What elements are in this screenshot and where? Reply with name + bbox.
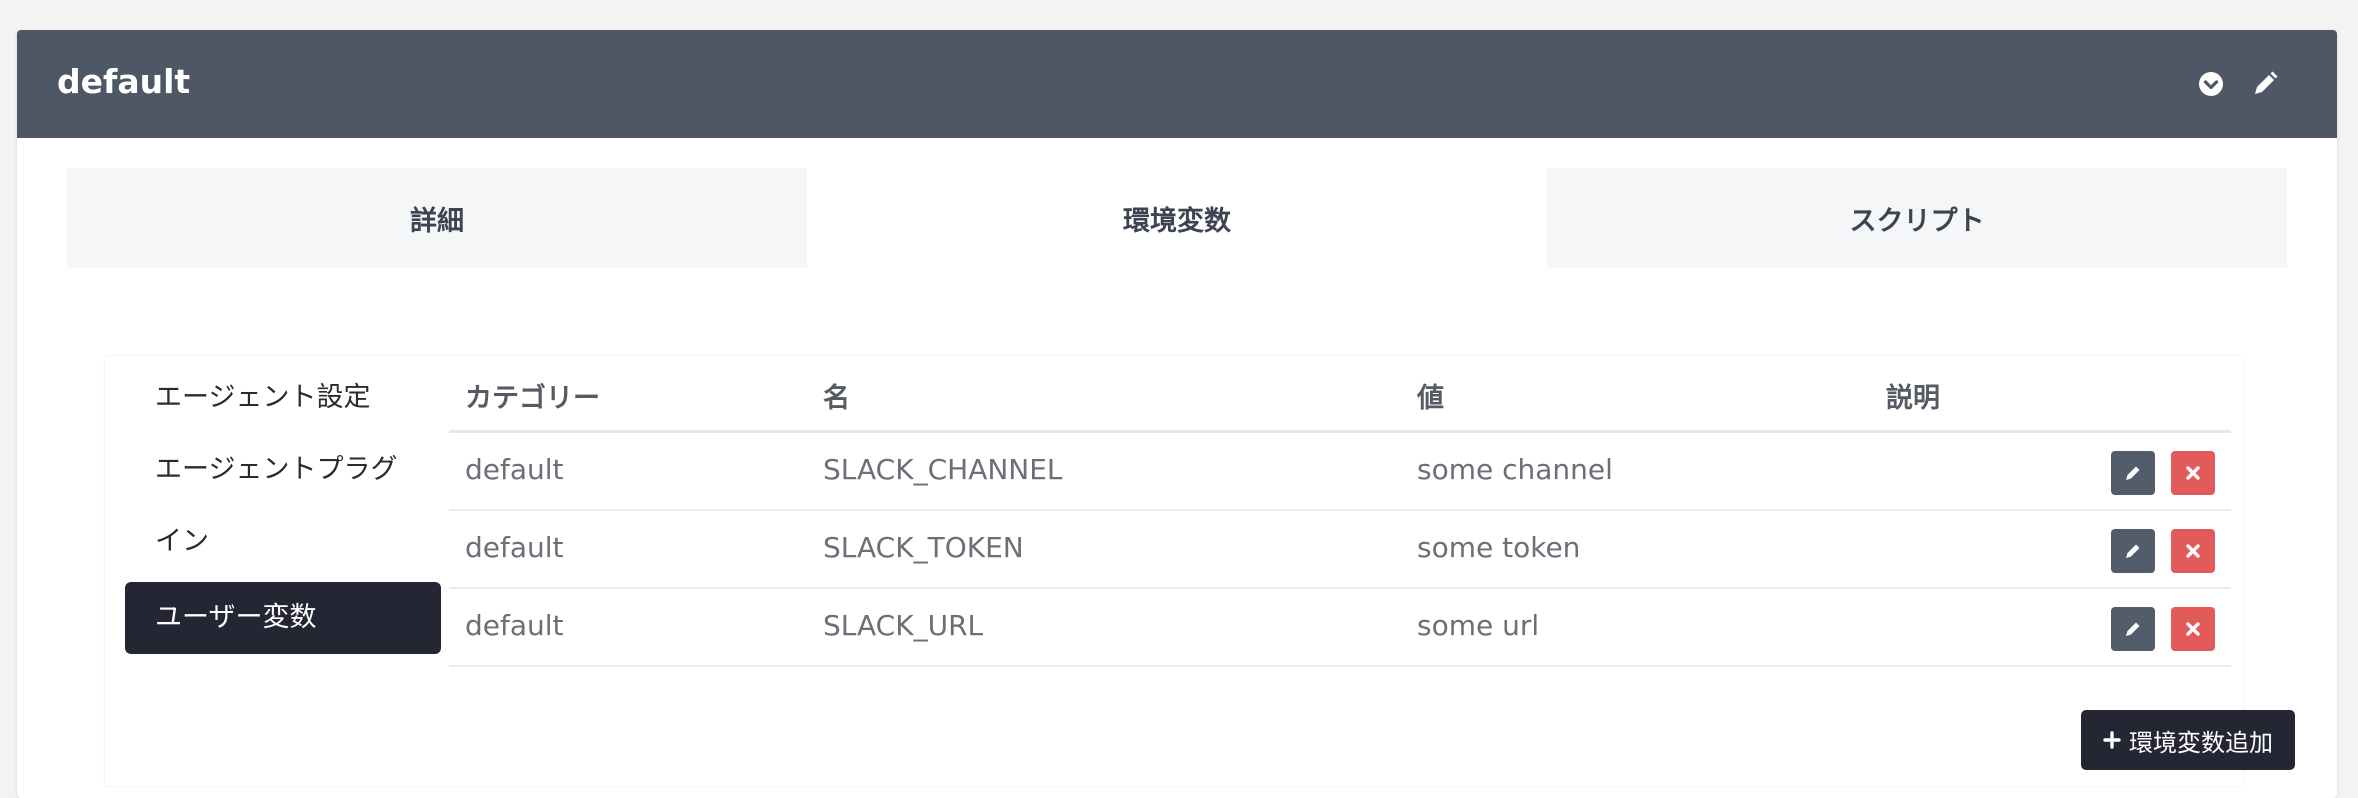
cell-name: SLACK_CHANNEL: [823, 453, 1063, 486]
column-header-name: 名: [823, 383, 850, 414]
add-env-variable-button[interactable]: 環境変数追加: [2081, 710, 2295, 770]
cell-category: default: [465, 453, 564, 486]
edit-button[interactable]: [2111, 451, 2155, 495]
tab-content: エージェント設定 エージェントプラグ イン ユーザー変数 カテゴリー 名 値 説…: [67, 268, 2295, 798]
table-row: default SLACK_CHANNEL some channel: [449, 433, 2231, 511]
delete-button[interactable]: [2171, 451, 2215, 495]
cell-value: some token: [1417, 531, 1581, 564]
edit-button[interactable]: [2111, 607, 2155, 651]
close-icon: [2186, 466, 2200, 480]
cell-value: some channel: [1417, 453, 1613, 486]
variables-table: カテゴリー 名 値 説明 default SLACK_CHANNEL some …: [449, 356, 2231, 667]
cell-category: default: [465, 609, 564, 642]
edit-button[interactable]: [2111, 529, 2155, 573]
close-icon: [2186, 622, 2200, 636]
chevron-down-circle-icon[interactable]: [2193, 66, 2229, 102]
table-header: カテゴリー 名 値 説明: [449, 356, 2231, 433]
pencil-icon[interactable]: [2247, 66, 2283, 102]
env-panel: default 詳細 環境変数 スクリプト エージェント設定 エージェントプラグ: [17, 30, 2337, 798]
cell-name: SLACK_URL: [823, 609, 984, 642]
panel-title: default: [57, 62, 191, 101]
pencil-icon: [2126, 466, 2140, 480]
panel-header: default: [17, 30, 2337, 138]
tab-scripts[interactable]: スクリプト: [1547, 168, 2287, 268]
cell-category: default: [465, 531, 564, 564]
pencil-icon: [2126, 544, 2140, 558]
delete-button[interactable]: [2171, 529, 2215, 573]
column-header-description: 説明: [1886, 383, 1940, 414]
table-row: default SLACK_TOKEN some token: [449, 511, 2231, 589]
side-nav: エージェント設定 エージェントプラグ イン ユーザー変数: [125, 362, 441, 654]
tab-environment-variables[interactable]: 環境変数: [807, 168, 1547, 268]
tab-bar: 詳細 環境変数 スクリプト: [67, 168, 2287, 268]
add-env-variable-label: 環境変数追加: [2129, 728, 2273, 757]
side-item-agent-settings[interactable]: エージェント設定: [125, 362, 441, 434]
delete-button[interactable]: [2171, 607, 2215, 651]
side-item-user-variables[interactable]: ユーザー変数: [125, 582, 441, 654]
tab-details[interactable]: 詳細: [67, 168, 807, 268]
close-icon: [2186, 544, 2200, 558]
column-header-category: カテゴリー: [465, 383, 600, 414]
table-row: default SLACK_URL some url: [449, 589, 2231, 667]
variables-card: エージェント設定 エージェントプラグ イン ユーザー変数 カテゴリー 名 値 説…: [105, 356, 2295, 786]
cell-value: some url: [1417, 609, 1540, 642]
side-item-agent-plugin[interactable]: エージェントプラグ イン: [125, 434, 441, 578]
side-item-agent-plugin-label-line1: エージェントプラグ: [155, 454, 398, 485]
column-header-value: 値: [1417, 383, 1444, 414]
plus-icon: [2103, 731, 2121, 749]
cell-name: SLACK_TOKEN: [823, 531, 1024, 564]
side-item-agent-plugin-label-line2: イン: [155, 526, 209, 557]
pencil-icon: [2126, 622, 2140, 636]
